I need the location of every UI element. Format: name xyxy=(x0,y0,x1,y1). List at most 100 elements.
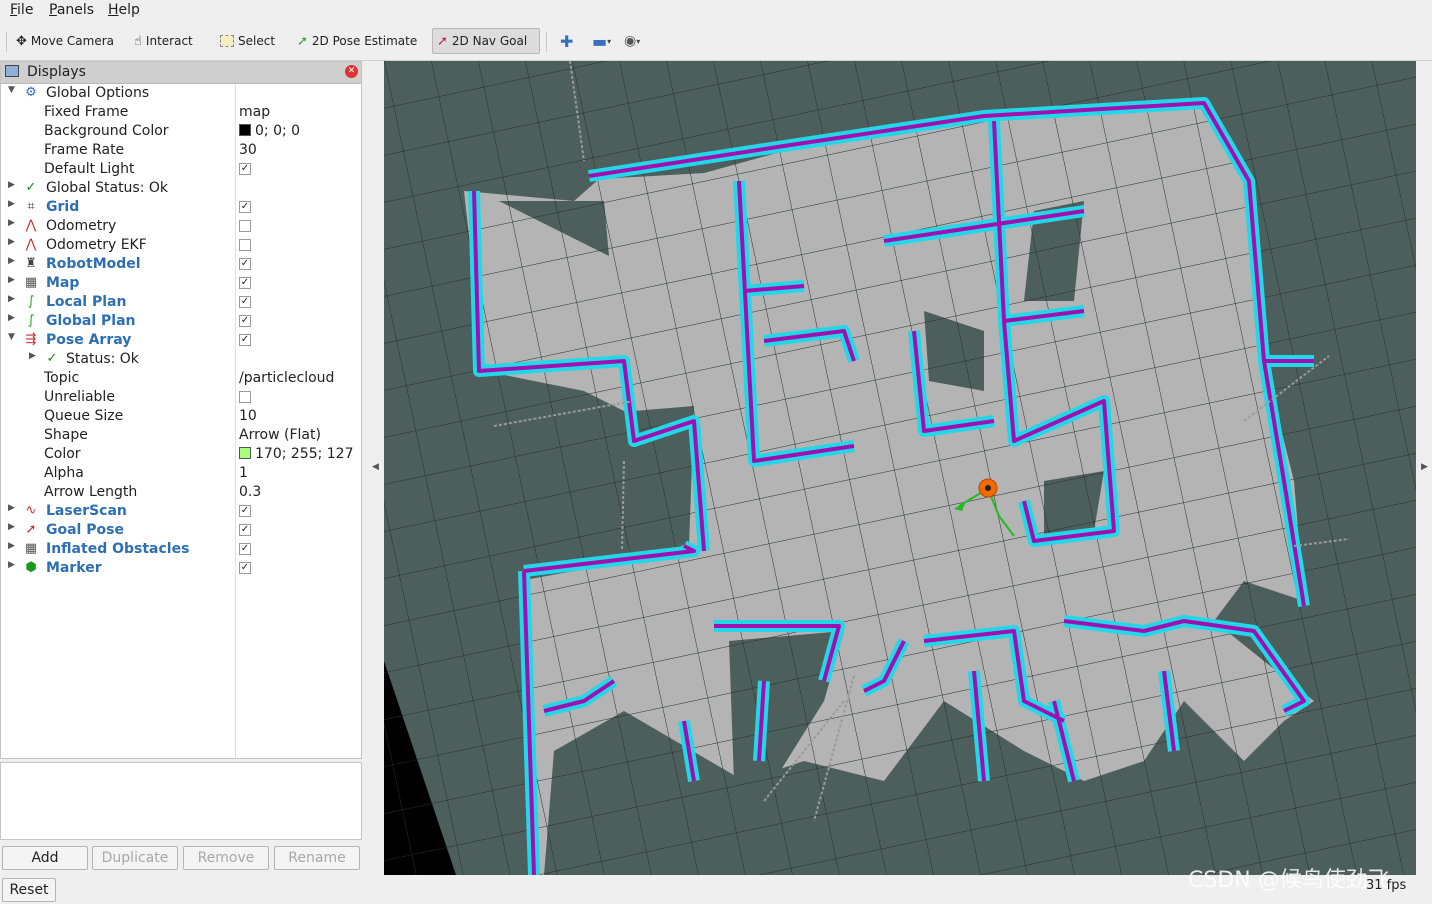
move-camera-tool[interactable]: ✥ Move Camera xyxy=(12,28,118,54)
expand-arrow-icon[interactable]: ▶ xyxy=(8,294,15,304)
expand-arrow-icon[interactable]: ▶ xyxy=(29,351,36,361)
tree-label: Pose Array xyxy=(46,332,132,348)
tree-row-odometry[interactable]: ▶ ⋀ Odometry xyxy=(1,217,361,236)
expand-arrow-icon[interactable]: ▶ xyxy=(8,275,15,285)
add-button[interactable]: Add xyxy=(2,846,88,870)
tree-row-background-color[interactable]: Background Color 0; 0; 0 xyxy=(1,122,361,141)
reset-button[interactable]: Reset xyxy=(2,878,56,902)
tree-row-pose-status[interactable]: ▶ ✓ Status: Ok xyxy=(1,350,361,369)
tree-row-local-plan[interactable]: ▶ ∫ Local Plan ✓ xyxy=(1,293,361,312)
expand-arrow-icon[interactable]: ▶ xyxy=(8,237,15,247)
tree-row-color[interactable]: Color 170; 255; 127 xyxy=(1,445,361,464)
odometry-ekf-checkbox[interactable] xyxy=(239,239,251,251)
remove-tool-button[interactable]: ▬ ▾ xyxy=(588,28,615,54)
tree-row-pose-array[interactable]: ▼ ⇶ Pose Array ✓ xyxy=(1,331,361,350)
menu-file[interactable]: File xyxy=(10,2,33,18)
tree-row-inflated-obstacles[interactable]: ▶ ▦ Inflated Obstacles ✓ xyxy=(1,540,361,559)
grid-checkbox[interactable]: ✓ xyxy=(239,201,251,213)
fixed-frame-value[interactable]: map xyxy=(239,104,270,120)
map-checkbox[interactable]: ✓ xyxy=(239,277,251,289)
tree-row-alpha[interactable]: Alpha 1 xyxy=(1,464,361,483)
tree-row-frame-rate[interactable]: Frame Rate 30 xyxy=(1,141,361,160)
tree-row-grid[interactable]: ▶ ⌗ Grid ✓ xyxy=(1,198,361,217)
background-color-value[interactable]: 0; 0; 0 xyxy=(239,123,300,139)
tree-row-arrow-length[interactable]: Arrow Length 0.3 xyxy=(1,483,361,502)
tree-row-goal-pose[interactable]: ▶ ➚ Goal Pose ✓ xyxy=(1,521,361,540)
inflated-obstacles-checkbox[interactable]: ✓ xyxy=(239,543,251,555)
topic-value[interactable]: /particlecloud xyxy=(239,370,334,386)
toolbar-separator xyxy=(546,32,547,52)
remove-button[interactable]: Remove xyxy=(183,846,269,870)
local-plan-checkbox[interactable]: ✓ xyxy=(239,296,251,308)
tree-row-shape[interactable]: Shape Arrow (Flat) xyxy=(1,426,361,445)
tree-row-map[interactable]: ▶ ▦ Map ✓ xyxy=(1,274,361,293)
select-tool[interactable]: Select xyxy=(216,28,279,54)
queue-size-value[interactable]: 10 xyxy=(239,408,257,424)
color-value[interactable]: 170; 255; 127 xyxy=(239,446,354,462)
tree-row-global-options[interactable]: ▼ ⚙ Global Options xyxy=(1,84,361,103)
collapse-right-icon[interactable]: ▶ xyxy=(1421,462,1428,472)
close-panel-icon[interactable]: ✕ xyxy=(345,65,358,78)
tree-row-robot-model[interactable]: ▶ ♜ RobotModel ✓ xyxy=(1,255,361,274)
expand-arrow-icon[interactable]: ▶ xyxy=(8,199,15,209)
interact-tool[interactable]: ☝ Interact xyxy=(130,28,197,54)
marker-checkbox[interactable]: ✓ xyxy=(239,562,251,574)
laser-scan-checkbox[interactable]: ✓ xyxy=(239,505,251,517)
check-icon: ✓ xyxy=(25,180,37,195)
collapse-arrow-icon[interactable]: ▼ xyxy=(8,332,15,342)
tree-label: Status: Ok xyxy=(66,351,139,367)
expand-arrow-icon[interactable]: ▶ xyxy=(8,218,15,228)
watermark-text: CSDN @候鸟使劲飞 xyxy=(1188,868,1390,893)
expand-arrow-icon[interactable]: ▶ xyxy=(8,522,15,532)
tree-row-fixed-frame[interactable]: Fixed Frame map xyxy=(1,103,361,122)
expand-arrow-icon[interactable]: ▶ xyxy=(8,180,15,190)
pose-estimate-tool[interactable]: ➚ 2D Pose Estimate xyxy=(293,28,421,54)
add-tool-button[interactable]: ✚ xyxy=(556,28,577,54)
map-canvas[interactable] xyxy=(384,61,1416,875)
render-viewport[interactable] xyxy=(384,61,1416,875)
expand-arrow-icon[interactable]: ▶ xyxy=(8,503,15,513)
tree-row-laser-scan[interactable]: ▶ ∿ LaserScan ✓ xyxy=(1,502,361,521)
view-options-button[interactable]: ◉ ▾ xyxy=(620,28,644,54)
minus-icon: ▬ xyxy=(592,31,608,51)
tree-row-marker[interactable]: ▶ ⬢ Marker ✓ xyxy=(1,559,361,578)
robot-center xyxy=(985,485,991,491)
expand-arrow-icon[interactable]: ▶ xyxy=(8,256,15,266)
collapse-arrow-icon[interactable]: ▼ xyxy=(8,85,15,95)
nav-goal-tool[interactable]: ➚ 2D Nav Goal xyxy=(432,28,540,54)
tree-row-unreliable[interactable]: Unreliable xyxy=(1,388,361,407)
tree-row-global-plan[interactable]: ▶ ∫ Global Plan ✓ xyxy=(1,312,361,331)
tree-label: Goal Pose xyxy=(46,522,124,538)
shape-value[interactable]: Arrow (Flat) xyxy=(239,427,321,443)
menu-help[interactable]: Help xyxy=(108,2,140,18)
alpha-value[interactable]: 1 xyxy=(239,465,248,481)
tree-row-odometry-ekf[interactable]: ▶ ⋀ Odometry EKF xyxy=(1,236,361,255)
arrow-length-value[interactable]: 0.3 xyxy=(239,484,261,500)
unreliable-checkbox[interactable] xyxy=(239,391,251,403)
tree-row-queue-size[interactable]: Queue Size 10 xyxy=(1,407,361,426)
expand-arrow-icon[interactable]: ▶ xyxy=(8,313,15,323)
robot-model-checkbox[interactable]: ✓ xyxy=(239,258,251,270)
tree-row-global-status[interactable]: ▶ ✓ Global Status: Ok xyxy=(1,179,361,198)
odometry-checkbox[interactable] xyxy=(239,220,251,232)
menu-panels[interactable]: Panels xyxy=(49,2,94,18)
expand-arrow-icon[interactable]: ▶ xyxy=(8,560,15,570)
tree-row-default-light[interactable]: Default Light ✓ xyxy=(1,160,361,179)
tree-label: Color xyxy=(44,446,81,462)
tree-label: Global Options xyxy=(46,85,150,101)
pose-array-checkbox[interactable]: ✓ xyxy=(239,334,251,346)
goal-pose-checkbox[interactable]: ✓ xyxy=(239,524,251,536)
interact-label: Interact xyxy=(145,34,193,48)
robot-icon: ♜ xyxy=(25,256,37,271)
odometry-icon: ⋀ xyxy=(25,237,37,252)
view-dropdown-icon: ▾ xyxy=(636,36,641,46)
color-swatch xyxy=(239,124,251,136)
duplicate-button[interactable]: Duplicate xyxy=(92,846,178,870)
global-plan-checkbox[interactable]: ✓ xyxy=(239,315,251,327)
default-light-checkbox[interactable]: ✓ xyxy=(239,163,251,175)
expand-arrow-icon[interactable]: ▶ xyxy=(8,541,15,551)
collapse-left-icon[interactable]: ◀ xyxy=(372,462,379,472)
tree-row-topic[interactable]: Topic /particlecloud xyxy=(1,369,361,388)
frame-rate-value[interactable]: 30 xyxy=(239,142,257,158)
rename-button[interactable]: Rename xyxy=(274,846,360,870)
